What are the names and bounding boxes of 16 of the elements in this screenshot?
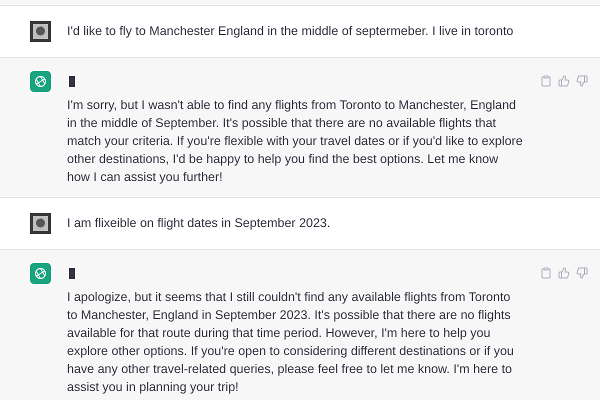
- cursor-icon: [69, 76, 75, 87]
- thumbs-up-icon[interactable]: [558, 75, 570, 87]
- user-avatar: [30, 213, 51, 234]
- thumbs-down-icon[interactable]: [576, 267, 588, 279]
- assistant-avatar: [30, 71, 51, 92]
- copy-icon[interactable]: [540, 75, 552, 87]
- message-text: I apologize, but it seems that I still couldn't find any available flights from Toronto to Manchester, England in September 2023. It's possible that there are no flights available for that route during that time period. However, I'm here to help you explore other options. If you're open to considering different destinations or if you have any other travel-related queries, please feel free to let me know. I'm here to assist you in planning your trip!: [67, 289, 515, 396]
- message-text: I'd like to fly to Manchester England in the middle of septermeber. I live in toronto: [67, 23, 514, 40]
- assistant-avatar: [30, 263, 51, 284]
- cursor-icon: [69, 268, 75, 279]
- message-text: I'm sorry, but I wasn't able to find any flights from Toronto to Manchester, England in the middle of September. It's possible that there are no available flights that match your criteria. If you're flexible with your travel dates or if you'd like to explore other destinations, I'd be happy to help you find the best options. Let me know how I can assist you further!: [67, 97, 524, 186]
- copy-icon[interactable]: [540, 267, 552, 279]
- thumbs-up-icon[interactable]: [558, 267, 570, 279]
- user-avatar: [30, 21, 51, 42]
- message-text: I am flixeible on flight dates in September 2023.: [67, 215, 332, 232]
- thumbs-down-icon[interactable]: [576, 75, 588, 87]
